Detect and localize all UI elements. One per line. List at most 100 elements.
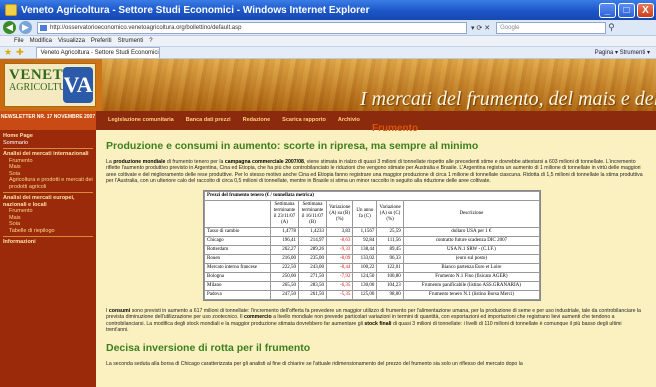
- sidebar-divider: [3, 236, 93, 237]
- nav-archivio[interactable]: Archivio: [338, 117, 360, 124]
- search-icon[interactable]: ⚲: [608, 22, 615, 33]
- table-header: Settimana terminante il 23/11/07 (A): [270, 200, 299, 229]
- table-cell-desc: Frumento panificabile (listino ASS.GRANA…: [402, 281, 541, 292]
- sidebar-item-tabelle[interactable]: Tabelle di riepilogo: [3, 228, 93, 235]
- table-header: [204, 200, 271, 229]
- table-cell-ac: 96,33: [376, 254, 404, 265]
- table-cell-ab: -8,09: [325, 254, 354, 265]
- back-arrow-icon[interactable]: ◀: [3, 21, 16, 34]
- table-header: Settimana terminante il 16/11/07 (B): [298, 200, 327, 229]
- table-cell-b: 1,4233: [298, 227, 327, 238]
- table-cell-ab: -9,33: [325, 245, 354, 256]
- table-cell-ab: -8,63: [325, 236, 354, 247]
- sidebar-item-sommario[interactable]: Sommario: [3, 140, 93, 147]
- sidebar-item-mercati-internazionali[interactable]: Analisi dei mercati internazionali: [3, 151, 93, 158]
- nav-scarica-rapporto[interactable]: Scarica rapporto: [282, 117, 326, 124]
- table-cell-a: 1,4778: [270, 227, 299, 238]
- table-cell-ac: 122,01: [376, 263, 404, 274]
- url-input[interactable]: http://osservatorioeconomico.venetoagric…: [37, 21, 467, 34]
- table-cell-desc: (euro sul posto): [402, 254, 541, 265]
- article-content: Produzione e consumi in aumento: scorte …: [100, 130, 652, 387]
- nav-legislazione[interactable]: Legislazione comunitaria: [108, 117, 174, 124]
- newsletter-label: NEWSLETTER NR. 17 NOVEMBRE 2007: [0, 111, 96, 130]
- menu-strumenti[interactable]: Strumenti: [118, 38, 144, 44]
- table-row: Rouen 216,00 235,00 -8,09 133,02 96,33 (euro s…: [204, 254, 541, 265]
- favorites-star-icon[interactable]: ★: [4, 47, 12, 58]
- table-header: Variazione (A) su (C) (%): [376, 200, 404, 229]
- table-cell-a: 262,27: [270, 245, 299, 256]
- sidebar-divider: [3, 192, 93, 193]
- table-cell-market: Bologna: [204, 272, 271, 283]
- table-cell-b: 271,50: [298, 272, 327, 283]
- search-input[interactable]: Google: [496, 21, 607, 34]
- table-cell-ac: 89,45: [376, 245, 404, 256]
- table-cell-desc: contratto future scadenza DIC 2007: [402, 236, 541, 247]
- minimize-button[interactable]: _: [599, 2, 616, 18]
- add-favorites-icon[interactable]: ✚: [16, 47, 24, 58]
- table-cell-market: Mercato interno francese: [204, 263, 271, 274]
- table-cell-ab: 3,83: [325, 227, 354, 238]
- table-cell-desc: Frumento tenero N.1 (listino Borsa Merci…: [402, 290, 541, 301]
- table-cell-c: 138,44: [352, 245, 378, 256]
- site-nav: NEWSLETTER NR. 17 NOVEMBRE 2007 Legislaz…: [0, 111, 656, 130]
- table-caption: Prezzi del frumento tenero (€ / tonnella…: [204, 191, 540, 202]
- price-table: Prezzi del frumento tenero (€ / tonnella…: [203, 190, 541, 302]
- menu-modifica[interactable]: Modifica: [30, 38, 52, 44]
- table-cell-b: 243,00: [298, 263, 327, 274]
- menu-preferiti[interactable]: Preferiti: [91, 38, 112, 44]
- table-cell-ab: -8,44: [325, 263, 354, 274]
- table-cell-c: 1,1567: [352, 227, 378, 238]
- window-title-bar: Veneto Agricoltura - Settore Studi Econo…: [0, 0, 656, 20]
- sidebar-item-mercati-europei[interactable]: Analisi dei mercati europei, nazionali e…: [3, 195, 93, 208]
- nav-redazione[interactable]: Redazione: [243, 117, 271, 124]
- table-cell-ab: -5,35: [325, 290, 354, 301]
- article-paragraph-3: La seconda seduta alla borsa di Chicago …: [106, 361, 523, 368]
- nav-banca-dati[interactable]: Banca dati prezzi: [186, 117, 231, 124]
- article-paragraph-2: I consumi sono previsti in aumento a 617…: [106, 308, 641, 334]
- table-cell-market: Tasso di cambio: [204, 227, 271, 238]
- table-cell-desc: Bianco partenza Eure et Loire: [402, 263, 541, 274]
- article-paragraph-1: La produzione mondiale di frumento tener…: [106, 159, 643, 184]
- table-row: Bologna 250,00 271,50 -7,92 124,50 100,80 Frum…: [204, 272, 541, 283]
- menu-bar: File Modifica Visualizza Preferiti Strum…: [0, 36, 656, 47]
- refresh-stop-icon[interactable]: ▾ ⟳ ✕: [471, 24, 490, 32]
- table-cell-desc: USA N.1 SRW - (C.I.F.): [402, 245, 541, 256]
- page-tools-menu[interactable]: Pagina ▾ Strumenti ▾: [595, 49, 650, 56]
- browser-tab[interactable]: Veneto Agricoltura - Settore Studi Econo…: [35, 47, 160, 58]
- table-cell-ac: 100,80: [376, 272, 404, 283]
- table-row: Chicago 196,41 214,97 -8,63 92,84 111,56 contr…: [204, 236, 541, 247]
- address-bar: ◀ ▶ http://osservatorioeconomico.venetoa…: [0, 20, 656, 36]
- table-cell-ac: 25,59: [376, 227, 404, 238]
- table-row: Mercato interno francese 222,50 243,00 -8,4…: [204, 263, 541, 274]
- window-title: Veneto Agricoltura - Settore Studi Econo…: [21, 4, 370, 16]
- table-cell-market: Rouen: [204, 254, 271, 265]
- table-cell-a: 247,50: [270, 290, 299, 301]
- table-cell-market: Rotterdam: [204, 245, 271, 256]
- table-cell-c: 92,84: [352, 236, 378, 247]
- table-cell-a: 250,00: [270, 272, 299, 283]
- table-header-row: Settimana terminante il 23/11/07 (A) Set…: [204, 200, 541, 229]
- table-cell-c: 100,22: [352, 263, 378, 274]
- menu-file[interactable]: File: [14, 38, 24, 44]
- maximize-button[interactable]: □: [618, 2, 635, 18]
- menu-help[interactable]: ?: [149, 38, 152, 44]
- forward-arrow-icon[interactable]: ▶: [19, 21, 32, 34]
- table-cell-market: Chicago: [204, 236, 271, 247]
- table-row: Tasso di cambio 1,4778 1,4233 3,83 1,1567 25,…: [204, 227, 541, 238]
- table-cell-c: 130,00: [352, 281, 378, 292]
- veneto-agricoltura-logo[interactable]: VENETO AGRICOLTURA VA: [4, 63, 96, 107]
- sidebar: Home Page Sommario Analisi dei mercati i…: [0, 130, 96, 387]
- table-cell-ab: -6,35: [325, 281, 354, 292]
- sidebar-item-agricoltura[interactable]: Agricoltura e prodotti e mercati dei pro…: [3, 177, 93, 190]
- site-banner: VENETO AGRICOLTURA VA I mercati del frum…: [0, 59, 656, 130]
- logo-mark-icon: VA: [63, 67, 93, 103]
- table-cell-ac: 111,56: [376, 236, 404, 247]
- table-cell-b: 235,00: [298, 254, 327, 265]
- sidebar-item-informazioni[interactable]: Informazioni: [3, 239, 93, 246]
- table-cell-b: 289,26: [298, 245, 327, 256]
- menu-visualizza[interactable]: Visualizza: [58, 38, 85, 44]
- table-cell-b: 261,50: [298, 290, 327, 301]
- close-button[interactable]: X: [637, 2, 654, 18]
- table-cell-desc: dollaro USA per 1 €: [402, 227, 541, 238]
- table-cell-ab: -7,92: [325, 272, 354, 283]
